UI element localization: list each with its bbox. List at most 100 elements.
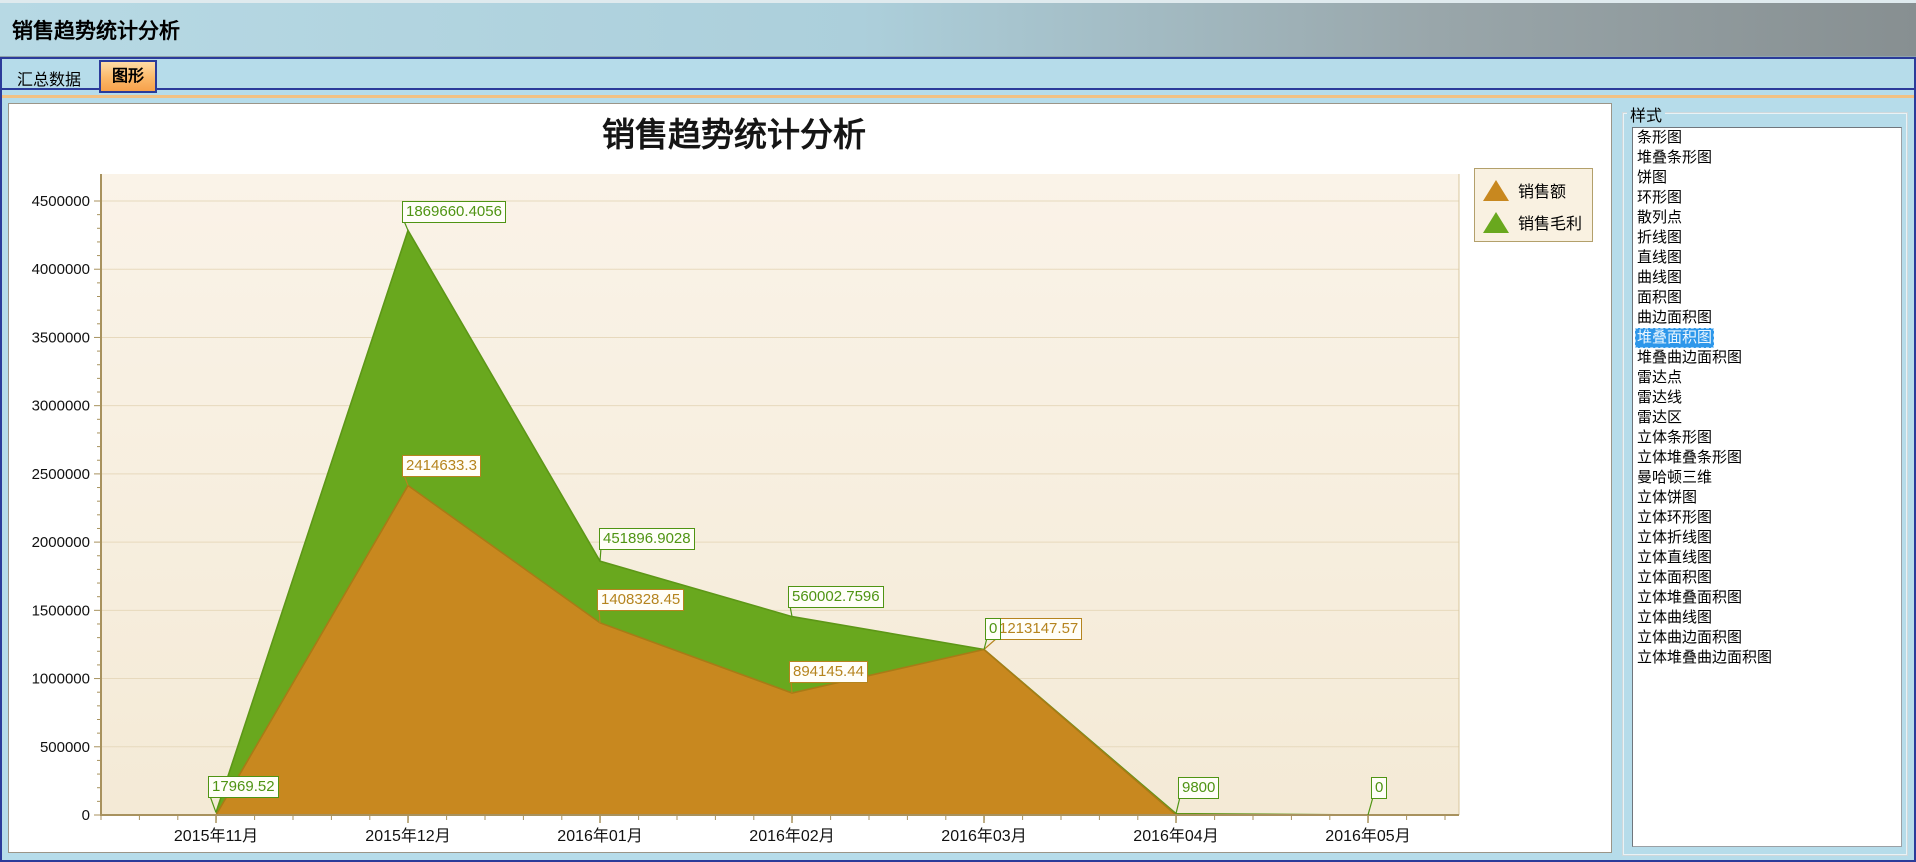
style-option-label[interactable]: 立体堆叠面积图	[1635, 588, 1744, 608]
chart-title: 销售趋势统计分析	[19, 108, 1449, 156]
svg-text:2015年12月: 2015年12月	[365, 827, 450, 845]
style-option-label[interactable]: 立体折线图	[1635, 528, 1714, 548]
style-option[interactable]: 环形图	[1633, 188, 1901, 208]
style-option[interactable]: 立体直线图	[1633, 548, 1901, 568]
style-option[interactable]: 立体曲边面积图	[1633, 628, 1901, 648]
svg-text:2016年02月: 2016年02月	[749, 827, 834, 845]
legend-item-profit: 销售毛利	[1483, 206, 1582, 238]
svg-text:4000000: 4000000	[32, 261, 90, 278]
style-option-label[interactable]: 立体面积图	[1635, 568, 1714, 588]
application-window: 销售趋势统计分析 汇总数据 图形 0 500000 1000000 1500000 20…	[0, 0, 1916, 862]
svg-text:2016年01月: 2016年01月	[557, 827, 642, 845]
style-option[interactable]: 立体折线图	[1633, 528, 1901, 548]
style-option[interactable]: 立体环形图	[1633, 508, 1901, 528]
style-option-label[interactable]: 堆叠条形图	[1635, 148, 1714, 168]
window-titlebar: 销售趋势统计分析	[0, 0, 1916, 57]
data-label: 894145.44	[789, 661, 868, 683]
data-label: 1869660.4056	[402, 201, 506, 223]
style-option-label[interactable]: 立体环形图	[1635, 508, 1714, 528]
accent-divider	[2, 95, 1914, 98]
svg-text:2000000: 2000000	[32, 534, 90, 551]
style-option[interactable]: 堆叠面积图	[1633, 328, 1901, 348]
style-option-label[interactable]: 饼图	[1635, 168, 1669, 188]
style-option-label[interactable]: 环形图	[1635, 188, 1684, 208]
style-option[interactable]: 条形图	[1633, 128, 1901, 148]
style-option[interactable]: 曲边面积图	[1633, 308, 1901, 328]
style-option-label[interactable]: 散列点	[1635, 208, 1684, 228]
data-label: 17969.52	[208, 776, 279, 798]
style-groupbox-title: 样式	[1627, 102, 1665, 126]
tab-summary-data[interactable]: 汇总数据	[13, 64, 85, 92]
style-option[interactable]: 立体饼图	[1633, 488, 1901, 508]
data-label: 0	[985, 618, 1001, 640]
style-option-label[interactable]: 立体堆叠曲边面积图	[1635, 648, 1774, 668]
profit-triangle-icon	[1483, 212, 1509, 233]
svg-text:500000: 500000	[40, 739, 90, 756]
trend-chart-canvas: 0 500000 1000000 1500000 2000000 2500000 30000…	[9, 104, 1611, 852]
style-option-label[interactable]: 曲边面积图	[1635, 308, 1714, 328]
style-option-label[interactable]: 立体曲线图	[1635, 608, 1714, 628]
style-option-label[interactable]: 直线图	[1635, 248, 1684, 268]
style-option[interactable]: 堆叠曲边面积图	[1633, 348, 1901, 368]
data-label: 451896.9028	[599, 528, 695, 550]
style-option-label[interactable]: 雷达点	[1635, 368, 1684, 388]
sales-triangle-icon	[1483, 180, 1509, 201]
style-option[interactable]: 曼哈顿三维	[1633, 468, 1901, 488]
style-option[interactable]: 雷达线	[1633, 388, 1901, 408]
style-option[interactable]: 立体堆叠曲边面积图	[1633, 648, 1901, 668]
style-option-label[interactable]: 堆叠曲边面积图	[1635, 348, 1744, 368]
style-option[interactable]: 立体面积图	[1633, 568, 1901, 588]
data-label: 9800	[1178, 777, 1219, 799]
svg-text:4500000: 4500000	[32, 193, 90, 210]
style-option[interactable]: 立体曲线图	[1633, 608, 1901, 628]
style-option[interactable]: 雷达点	[1633, 368, 1901, 388]
svg-text:2016年03月: 2016年03月	[941, 827, 1026, 845]
legend-label: 销售毛利	[1518, 210, 1582, 234]
style-option-label[interactable]: 曲线图	[1635, 268, 1684, 288]
svg-text:2016年04月: 2016年04月	[1133, 827, 1218, 845]
style-option[interactable]: 立体堆叠面积图	[1633, 588, 1901, 608]
tab-chart[interactable]: 图形	[99, 60, 157, 93]
svg-text:0: 0	[82, 807, 90, 824]
style-option[interactable]: 折线图	[1633, 228, 1901, 248]
svg-text:3500000: 3500000	[32, 329, 90, 346]
style-option[interactable]: 直线图	[1633, 248, 1901, 268]
style-option[interactable]: 面积图	[1633, 288, 1901, 308]
style-option[interactable]: 散列点	[1633, 208, 1901, 228]
style-option-label[interactable]: 立体曲边面积图	[1635, 628, 1744, 648]
tabstrip-divider	[2, 88, 1914, 90]
svg-text:3000000: 3000000	[32, 398, 90, 415]
style-option-selected-label[interactable]: 堆叠面积图	[1635, 328, 1714, 348]
svg-text:2016年05月: 2016年05月	[1325, 827, 1410, 845]
style-option-label[interactable]: 雷达线	[1635, 388, 1684, 408]
legend-item-sales: 销售额	[1483, 174, 1582, 206]
svg-text:2015年11月: 2015年11月	[174, 827, 258, 845]
style-option-label[interactable]: 曼哈顿三维	[1635, 468, 1714, 488]
chart-legend: 销售额 销售毛利	[1474, 168, 1593, 242]
window-title: 销售趋势统计分析	[12, 15, 180, 45]
style-option-label[interactable]: 立体条形图	[1635, 428, 1714, 448]
style-option-label[interactable]: 立体直线图	[1635, 548, 1714, 568]
style-option[interactable]: 雷达区	[1633, 408, 1901, 428]
style-option[interactable]: 立体堆叠条形图	[1633, 448, 1901, 468]
svg-text:2500000: 2500000	[32, 466, 90, 483]
style-option[interactable]: 曲线图	[1633, 268, 1901, 288]
style-option-label[interactable]: 立体饼图	[1635, 488, 1699, 508]
style-option[interactable]: 饼图	[1633, 168, 1901, 188]
data-label: 0	[1371, 777, 1387, 799]
style-option[interactable]: 立体条形图	[1633, 428, 1901, 448]
chart-panel: 0 500000 1000000 1500000 2000000 2500000 30000…	[8, 103, 1612, 853]
style-option-label[interactable]: 条形图	[1635, 128, 1684, 148]
data-label: 560002.7596	[788, 586, 884, 608]
legend-label: 销售额	[1518, 178, 1566, 202]
data-label: 1213147.57	[995, 618, 1082, 640]
style-option-label[interactable]: 折线图	[1635, 228, 1684, 248]
style-option-label[interactable]: 立体堆叠条形图	[1635, 448, 1744, 468]
style-option[interactable]: 堆叠条形图	[1633, 148, 1901, 168]
svg-text:1500000: 1500000	[32, 602, 90, 619]
style-option-label[interactable]: 面积图	[1635, 288, 1684, 308]
style-option-label[interactable]: 雷达区	[1635, 408, 1684, 428]
style-listbox[interactable]: 条形图堆叠条形图饼图环形图散列点折线图直线图曲线图面积图曲边面积图堆叠面积图堆叠…	[1632, 127, 1902, 847]
svg-text:1000000: 1000000	[32, 671, 90, 688]
data-label: 2414633.3	[402, 455, 481, 477]
